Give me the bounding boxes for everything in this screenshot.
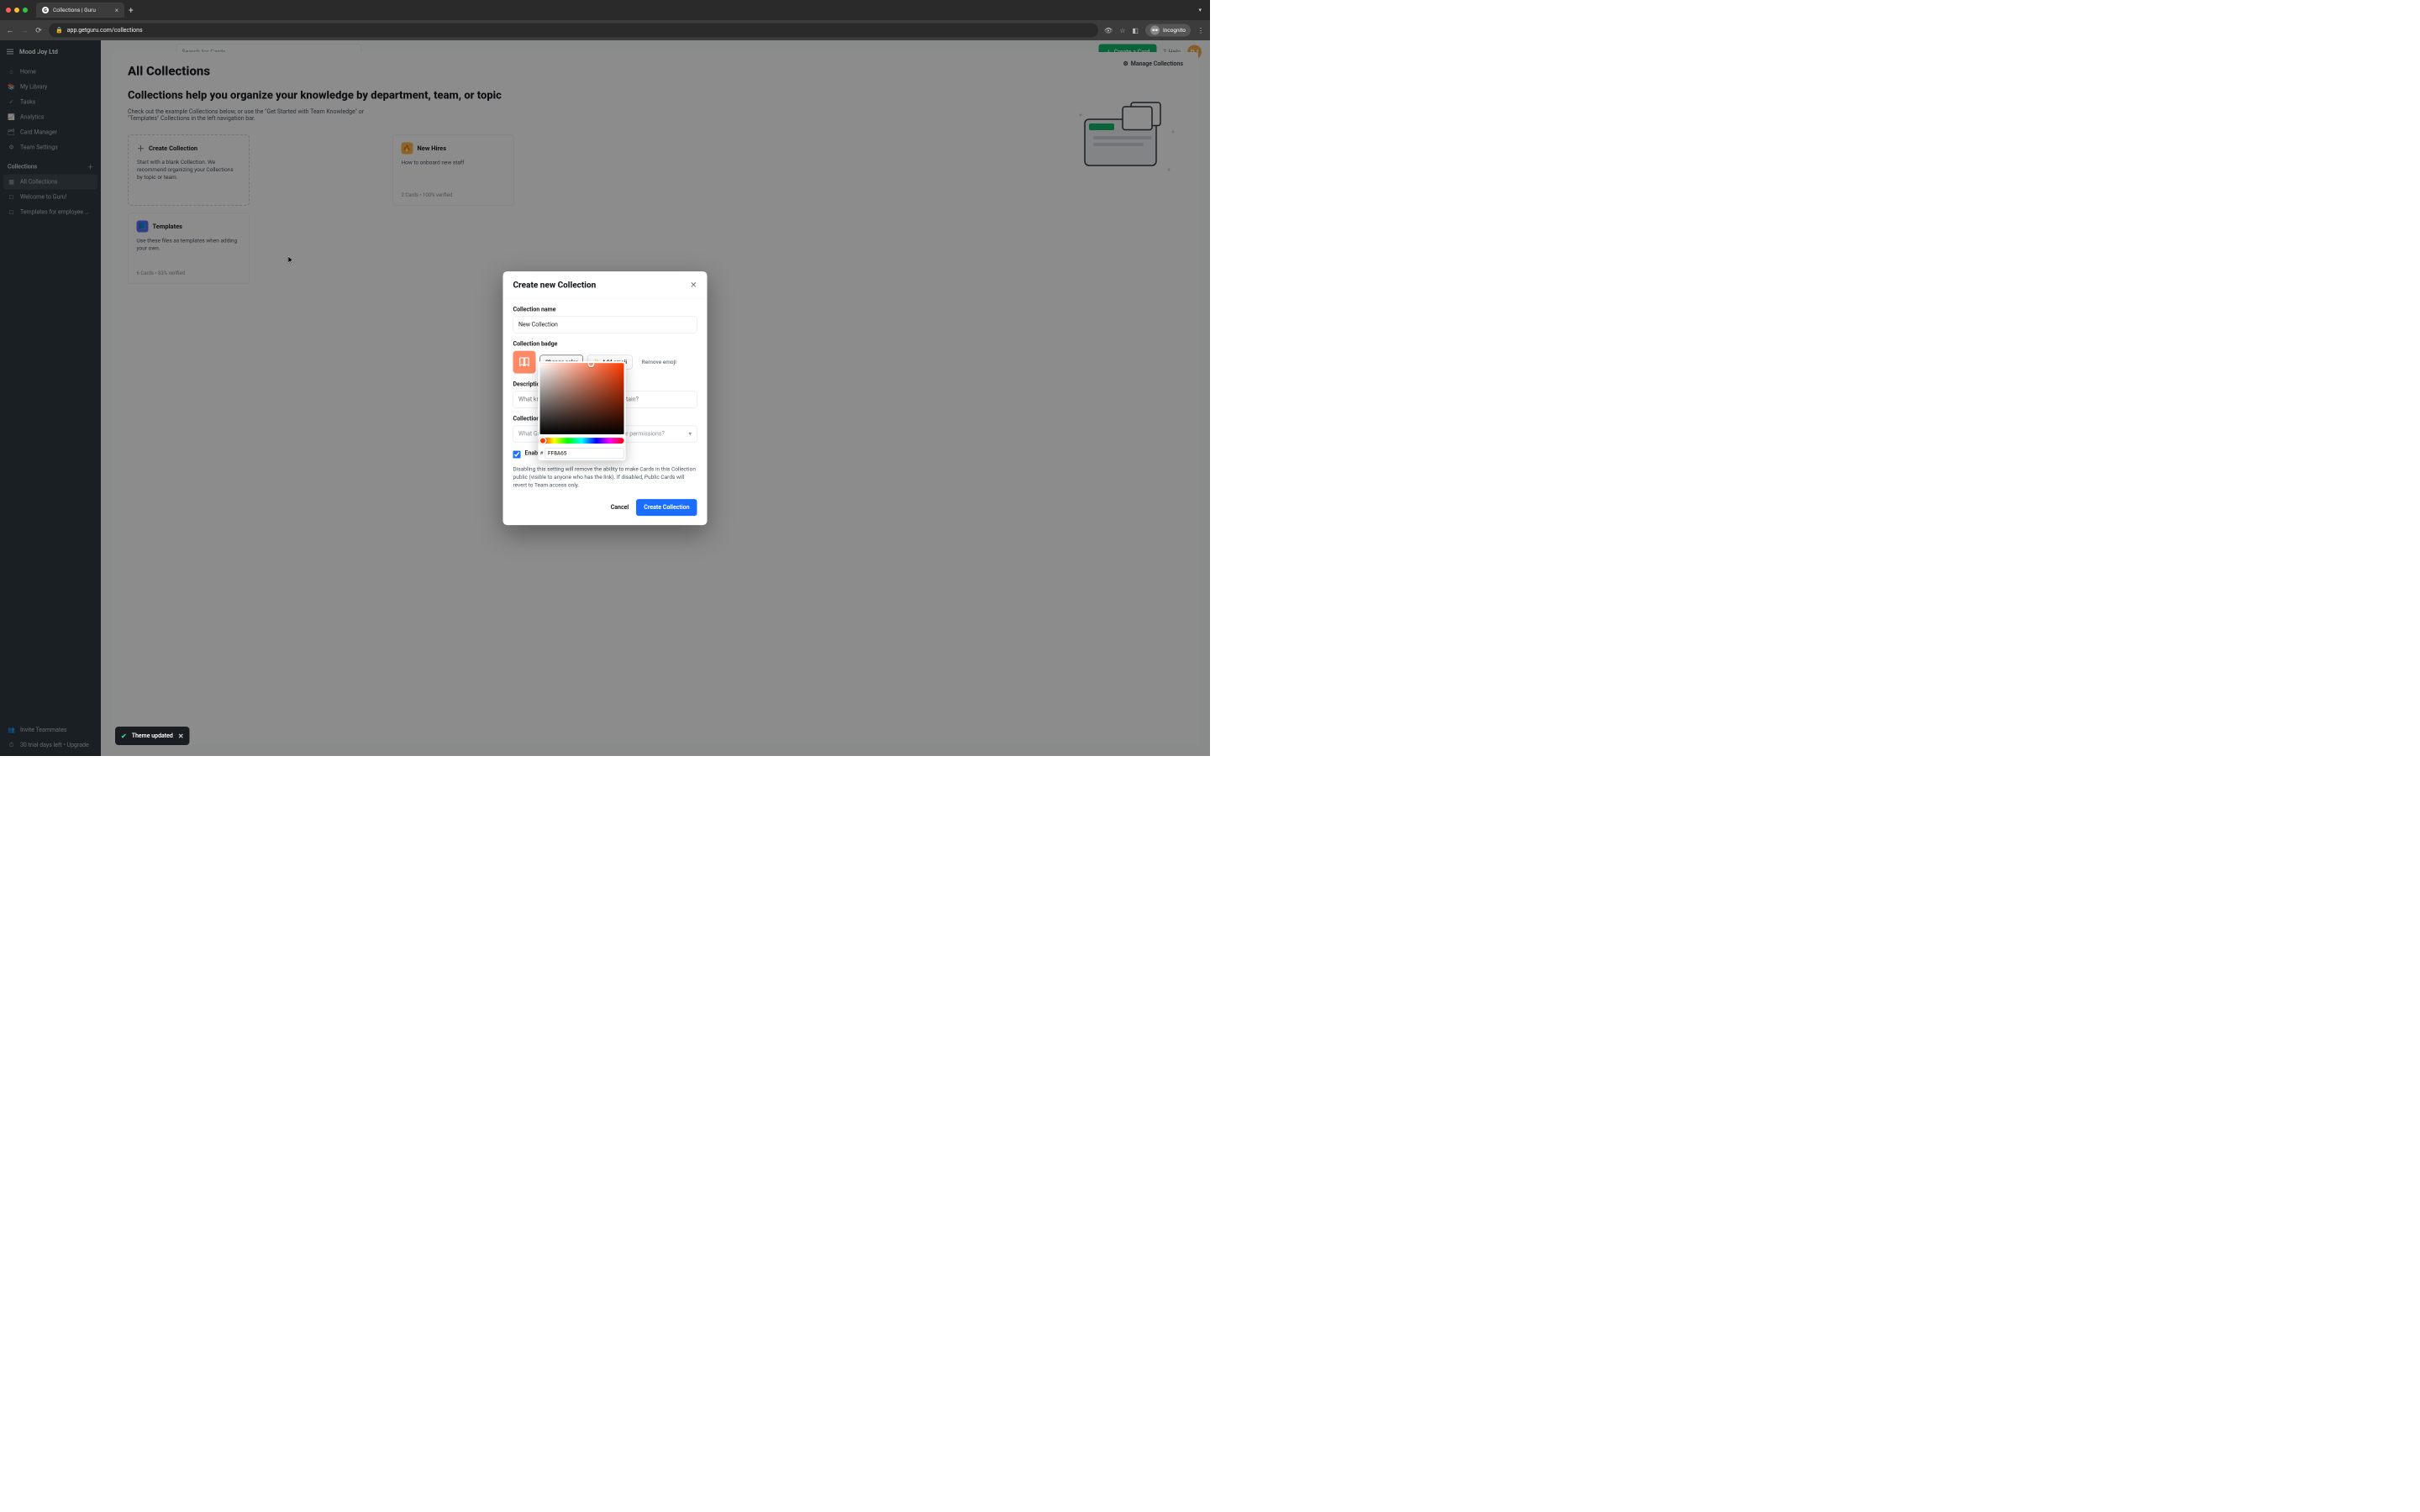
- collection-name-input[interactable]: [513, 317, 697, 333]
- tabs-overflow-icon[interactable]: ▾: [1198, 7, 1202, 13]
- url-text: app.getguru.com/collections: [67, 27, 143, 34]
- window-minimize-button[interactable]: [14, 8, 19, 13]
- hex-prefix: #: [540, 450, 544, 457]
- create-collection-button[interactable]: Create Collection: [636, 499, 697, 516]
- tab-close-icon[interactable]: ×: [115, 6, 118, 14]
- extensions-icon[interactable]: ◧: [1132, 26, 1139, 34]
- tab-favicon: G: [42, 7, 49, 13]
- enable-help-text: Disabling this setting will remove the a…: [513, 466, 697, 490]
- color-picker-popover: #: [539, 361, 626, 460]
- window-maximize-button[interactable]: [23, 8, 28, 13]
- tab-title: Collections | Guru: [53, 7, 96, 13]
- incognito-icon: 🕶: [1150, 26, 1160, 35]
- button-label: Cancel: [611, 504, 629, 511]
- hue-thumb[interactable]: [539, 437, 547, 444]
- button-label: Create Collection: [644, 504, 689, 511]
- toast-close-icon[interactable]: ✕: [178, 732, 184, 740]
- new-tab-button[interactable]: +: [129, 5, 134, 15]
- browser-menu-icon[interactable]: ⋮: [1197, 26, 1204, 34]
- hex-input[interactable]: [545, 448, 624, 459]
- modal-close-button[interactable]: ✕: [690, 280, 697, 290]
- badge-label: Collection badge: [513, 341, 697, 348]
- browser-tab[interactable]: G Collections | Guru ×: [36, 3, 124, 18]
- incognito-label: Incognito: [1163, 27, 1186, 34]
- window-titlebar: G Collections | Guru × + ▾: [0, 0, 1210, 20]
- check-icon: ✔: [121, 732, 127, 740]
- nav-reload-button[interactable]: ⟳: [34, 26, 43, 35]
- address-bar[interactable]: 🔒 app.getguru.com/collections: [49, 24, 1098, 38]
- cancel-button[interactable]: Cancel: [611, 504, 629, 511]
- badge-preview: [513, 351, 536, 374]
- color-saturation-area[interactable]: [540, 363, 624, 434]
- toast-message: Theme updated: [132, 732, 173, 739]
- site-lock-icon: 🔒: [55, 27, 63, 34]
- create-collection-modal: Create new Collection ✕ Collection name …: [503, 271, 708, 525]
- chevron-down-icon: ▾: [688, 431, 692, 438]
- color-hue-slider[interactable]: [540, 438, 624, 444]
- window-controls: [6, 8, 28, 13]
- toast-notification: ✔ Theme updated ✕: [115, 727, 190, 745]
- name-label: Collection name: [513, 307, 697, 313]
- modal-title: Create new Collection: [513, 280, 597, 290]
- nav-forward-button[interactable]: →: [20, 26, 29, 35]
- mouse-cursor: [288, 256, 294, 265]
- button-label: Remove emoji: [642, 359, 676, 365]
- nav-back-button[interactable]: ←: [6, 26, 14, 35]
- bookmark-icon[interactable]: ☆: [1119, 26, 1125, 34]
- remove-emoji-button[interactable]: Remove emoji: [637, 355, 681, 370]
- tracking-icon[interactable]: 👁: [1104, 26, 1113, 34]
- window-close-button[interactable]: [6, 8, 11, 13]
- enable-public-checkbox[interactable]: [513, 451, 521, 459]
- incognito-badge: 🕶 Incognito: [1145, 24, 1191, 37]
- browser-toolbar: ← → ⟳ 🔒 app.getguru.com/collections 👁 ☆ …: [0, 20, 1210, 40]
